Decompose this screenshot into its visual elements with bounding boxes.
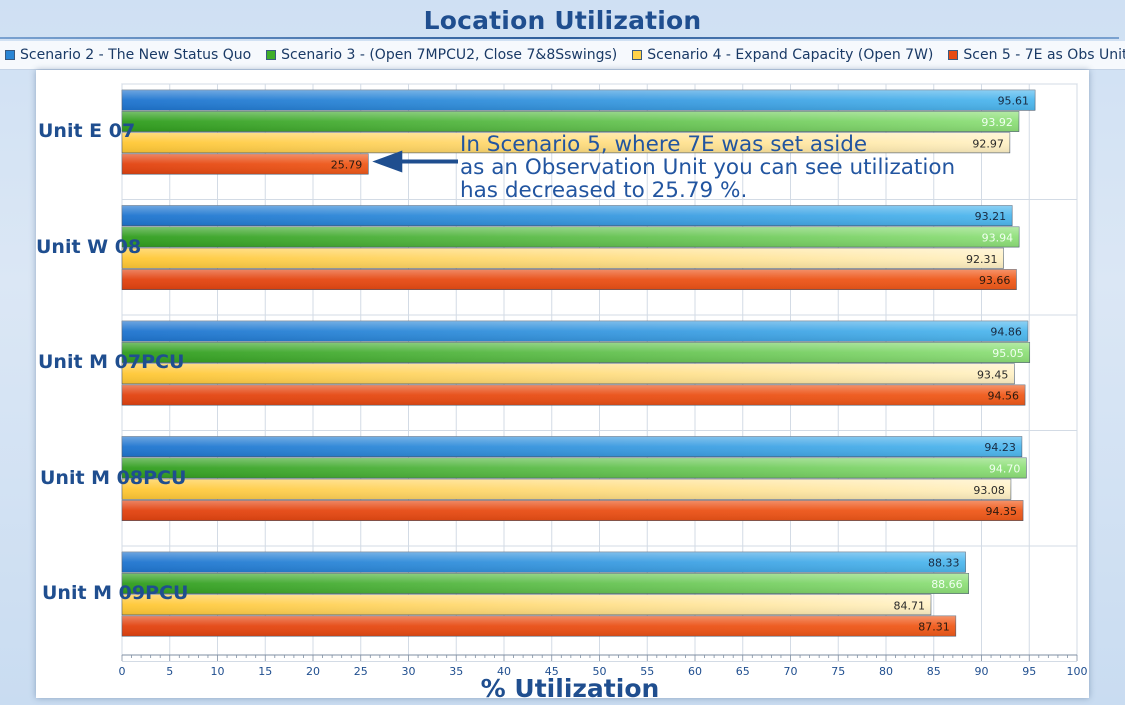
x-axis-title: % Utilization (480, 674, 660, 703)
annotation-line-2: as an Observation Unit you can see utili… (460, 155, 956, 180)
bar-shine (122, 111, 1019, 132)
bar-value-label: 94.56 (988, 390, 1020, 403)
legend-item-4: Scen 5 - 7E as Obs Unit (948, 47, 1125, 63)
category-label: Unit W 08 (36, 235, 142, 258)
legend-swatch (948, 50, 959, 60)
bar-value-label: 87.31 (918, 621, 950, 634)
bar-value-label: 93.94 (982, 231, 1014, 244)
title-divider (0, 37, 1119, 39)
annotation-line-3: has decreased to 25.79 %. (460, 178, 748, 203)
bar-value-label: 95.05 (992, 347, 1024, 360)
bar-value-label: 94.70 (989, 462, 1021, 475)
bar-shine (122, 90, 1036, 111)
legend-label: Scen 5 - 7E as Obs Unit (963, 47, 1125, 63)
category-label: Unit M 09PCU (42, 582, 189, 604)
bar-shine (122, 457, 1027, 479)
annotation-line-1: In Scenario 5, where 7E was set aside (460, 132, 868, 157)
bar-value-label: 93.92 (981, 116, 1013, 129)
bar-value-label: 93.21 (975, 210, 1007, 223)
legend-swatch (5, 50, 15, 60)
category-label: Unit M 08PCU (40, 466, 187, 489)
legend-item-3: Scenario 4 - Expand Capacity (Open 7W) (632, 47, 933, 63)
bar-shine (122, 552, 966, 573)
bar-shine (122, 342, 1030, 363)
legend-item-2: Scenario 3 - (Open 7MPCU2, Close 7&8Sswi… (266, 47, 617, 63)
bar-shine (122, 436, 1022, 457)
bar-shine (122, 500, 1024, 521)
bar-value-label: 93.08 (973, 484, 1005, 497)
legend-label: Scenario 4 - Expand Capacity (Open 7W) (647, 47, 934, 63)
legend-label: Scenario 2 - The New Status Quo (20, 47, 252, 63)
bar-shine (122, 594, 931, 615)
bar-value-label: 88.33 (928, 557, 960, 570)
bar-shine (122, 384, 1026, 406)
bar-shine (122, 226, 1020, 248)
bar-shine (122, 205, 1013, 226)
legend: Scenario 2 - The New Status Quo Scenario … (0, 41, 1125, 70)
legend-item-1: Scenario 2 - The New Status Quo (5, 47, 251, 63)
bar-value-label: 25.79 (331, 159, 363, 172)
bar-shine (122, 321, 1028, 342)
bar-value-label: 92.31 (966, 253, 998, 266)
bar-shine (122, 615, 956, 637)
chart-title: Location Utilization (423, 6, 702, 35)
category-label: Unit E 07 (38, 120, 136, 142)
bar-shine (122, 269, 1017, 290)
legend-swatch (266, 50, 277, 60)
category-label: Unit M 07PCU (38, 351, 185, 373)
bar-shine (122, 573, 969, 594)
bar-shine (122, 363, 1015, 384)
bar-value-label: 94.86 (990, 326, 1022, 339)
bar-value-label: 84.71 (893, 599, 925, 612)
bar-value-label: 93.45 (977, 368, 1009, 381)
bar-value-label: 94.23 (984, 441, 1016, 454)
legend-swatch (632, 50, 643, 60)
legend-label: Scenario 3 - (Open 7MPCU2, Close 7&8Sswi… (281, 47, 618, 63)
annotation-text: In Scenario 5, where 7E was set aside as… (460, 133, 1020, 202)
bar-value-label: 95.61 (998, 95, 1030, 108)
bar-shine (122, 248, 1004, 269)
bar-shine (122, 479, 1011, 500)
bar-value-label: 94.35 (986, 505, 1018, 518)
bar-value-label: 93.66 (979, 274, 1011, 287)
bar-value-label: 88.66 (931, 578, 963, 591)
